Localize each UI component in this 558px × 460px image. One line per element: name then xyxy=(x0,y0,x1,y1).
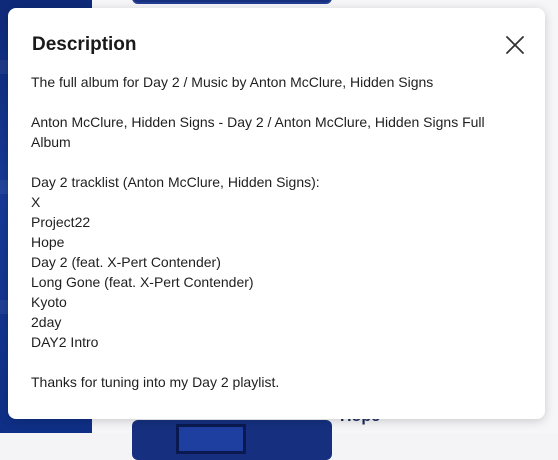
description-intro: The full album for Day 2 / Music by Anto… xyxy=(31,72,525,92)
tracklist: X Project22 Hope Day 2 (feat. X-Pert Con… xyxy=(31,192,525,352)
track-item: Hope xyxy=(31,232,525,252)
track-item: Kyoto xyxy=(31,292,525,312)
track-item: DAY2 Intro xyxy=(31,332,525,352)
background-thumbnail[interactable] xyxy=(132,0,332,4)
description-dialog: Description The full album for Day 2 / M… xyxy=(8,8,545,419)
description-album-line: Anton McClure, Hidden Signs - Day 2 / An… xyxy=(31,112,525,152)
close-icon xyxy=(505,35,525,55)
track-item: X xyxy=(31,192,525,212)
track-item: Day 2 (feat. X-Pert Contender) xyxy=(31,252,525,272)
track-item: Project22 xyxy=(31,212,525,232)
dialog-title: Description xyxy=(32,34,137,56)
dialog-description-text: The full album for Day 2 / Music by Anto… xyxy=(31,72,525,392)
thumbnail-artwork xyxy=(176,424,246,454)
description-outro: Thanks for tuning into my Day 2 playlist… xyxy=(31,372,525,392)
close-button[interactable] xyxy=(505,35,525,55)
background-thumbnail[interactable] xyxy=(132,420,332,460)
track-item: 2day xyxy=(31,312,525,332)
track-item: Long Gone (feat. X-Pert Contender) xyxy=(31,272,525,292)
tracklist-heading: Day 2 tracklist (Anton McClure, Hidden S… xyxy=(31,172,525,192)
